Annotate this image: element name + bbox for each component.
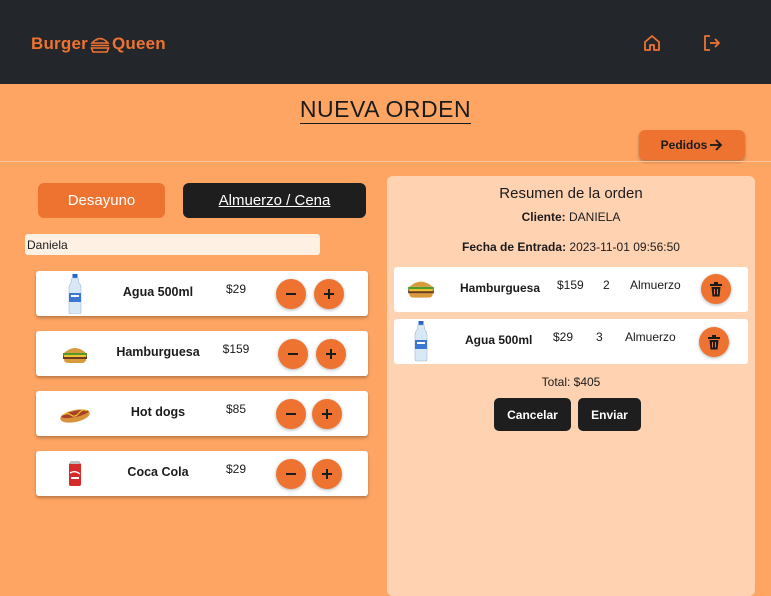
summary-title: Resumen de la orden: [499, 185, 643, 202]
arrow-right-icon: [710, 139, 723, 151]
product-name: Hot dogs: [130, 405, 186, 419]
order-item-row: Agua 500ml $29 3 Almuerzo: [394, 319, 748, 364]
trash-icon: [710, 281, 722, 296]
product-name: Agua 500ml: [122, 285, 194, 299]
order-total: Total: $405: [541, 375, 601, 389]
client-value: DANIELA: [569, 210, 621, 224]
home-icon[interactable]: [642, 33, 662, 53]
plus-icon: [322, 469, 332, 479]
page-title: NUEVA ORDEN: [299, 96, 472, 124]
water-bottle-icon: [58, 274, 92, 314]
date-label: Fecha de Entrada:: [462, 240, 567, 254]
order-item-type: Almuerzo: [630, 278, 681, 292]
increase-button[interactable]: [312, 459, 342, 489]
delete-item-button[interactable]: [701, 274, 731, 304]
plus-icon: [326, 349, 336, 359]
decrease-button[interactable]: [276, 459, 306, 489]
order-item-price: $29: [553, 330, 574, 344]
product-name: Hamburguesa: [116, 345, 200, 359]
increase-button[interactable]: [312, 399, 342, 429]
send-button[interactable]: Enviar: [578, 398, 641, 431]
burger-icon: [406, 277, 436, 302]
increase-button[interactable]: [314, 279, 344, 309]
plus-icon: [322, 409, 332, 419]
product-price: $29: [225, 282, 247, 296]
decrease-button[interactable]: [276, 279, 306, 309]
top-bar: Burger Queen: [0, 0, 771, 84]
order-item-qty: 3: [596, 330, 603, 344]
product-card-agua: Agua 500ml $29: [36, 271, 368, 316]
summary-client: Cliente: DANIELA: [387, 210, 755, 224]
cancel-button[interactable]: Cancelar: [494, 398, 571, 431]
client-name-input[interactable]: [25, 234, 320, 255]
minus-icon: [286, 413, 296, 415]
decrease-button[interactable]: [278, 339, 308, 369]
divider: [0, 161, 771, 162]
date-value: 2023-11-01 09:56:50: [569, 240, 680, 254]
order-item-name: Agua 500ml: [465, 333, 533, 347]
product-name: Coca Cola: [127, 465, 189, 479]
minus-icon: [286, 293, 296, 295]
brand-text-right: Queen: [111, 34, 166, 53]
order-item-name: Hamburguesa: [460, 281, 541, 295]
increase-button[interactable]: [316, 339, 346, 369]
client-label: Cliente:: [521, 210, 566, 224]
pedidos-button[interactable]: Pedidos: [639, 130, 745, 160]
order-item-type: Almuerzo: [625, 330, 676, 344]
burger-icon: [58, 335, 92, 373]
pedidos-label: Pedidos: [660, 138, 708, 152]
order-item-qty: 2: [603, 278, 610, 292]
product-price: $29: [225, 462, 247, 476]
water-bottle-icon: [414, 320, 428, 365]
hot-dog-icon: [58, 395, 92, 433]
tab-desayuno[interactable]: Desayuno: [38, 183, 165, 218]
product-card-coca-cola: Coca Cola $29: [36, 451, 368, 496]
product-card-hamburguesa: Hamburguesa $159: [36, 331, 368, 376]
tab-almuerzo-cena[interactable]: Almuerzo / Cena: [183, 183, 366, 218]
brand-text-left: Burger: [31, 34, 88, 53]
minus-icon: [288, 353, 298, 355]
minus-icon: [286, 473, 296, 475]
logout-icon[interactable]: [702, 33, 722, 53]
product-price: $159: [222, 342, 250, 356]
delete-item-button[interactable]: [699, 327, 729, 357]
trash-icon: [708, 334, 720, 349]
brand-logo[interactable]: Burger Queen: [31, 32, 166, 56]
product-card-hot-dogs: Hot dogs $85: [36, 391, 368, 436]
plus-icon: [324, 289, 334, 299]
soda-can-icon: [58, 455, 92, 493]
decrease-button[interactable]: [276, 399, 306, 429]
order-item-price: $159: [557, 278, 584, 292]
order-item-row: Hamburguesa $159 2 Almuerzo: [394, 267, 748, 312]
summary-date: Fecha de Entrada: 2023-11-01 09:56:50: [387, 240, 755, 254]
product-price: $85: [225, 402, 247, 416]
burger-icon: [90, 37, 110, 53]
